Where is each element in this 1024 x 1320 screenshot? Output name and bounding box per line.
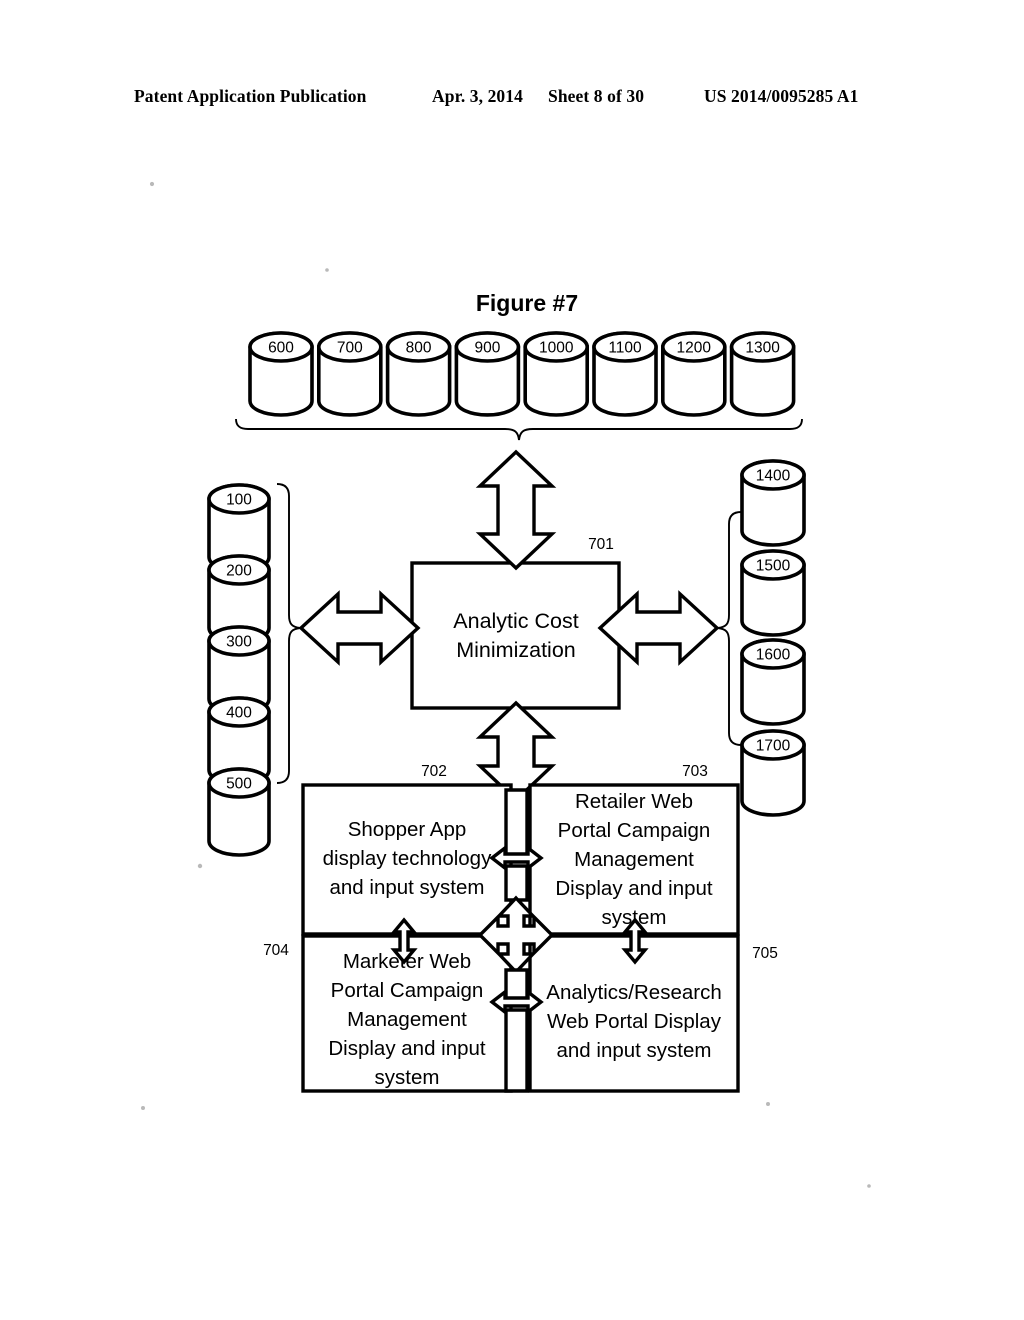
right-database-column: 1400 1500 1600 1700 <box>740 459 806 817</box>
analytic-cost-minimization-box <box>410 561 621 710</box>
top-db-1200-label: 1200 <box>677 340 712 357</box>
marketer-portal-text-line-2: Portal Campaign <box>331 979 484 1002</box>
marketer-portal-text-line-5: system <box>375 1066 440 1089</box>
figure-7-diagram: Figure #7 600 700 800 900 1000 1100 1200 1300 1… <box>141 181 871 1188</box>
right-db-1700-label: 1700 <box>756 738 791 755</box>
analytics-research-box-text: Analytics/Research Web Portal Display and … <box>546 981 721 1062</box>
ref-701: 701 <box>588 536 614 553</box>
arrow-left-horizontal <box>298 590 421 666</box>
ref-705: 705 <box>752 945 778 962</box>
center-box-line2: Minimization <box>456 638 575 662</box>
left-database-stack: 100 200 300 400 500 <box>207 483 271 857</box>
retailer-portal-text-line-4: Display and input <box>555 877 713 900</box>
top-database-row: 600 700 800 900 1000 1100 1200 1300 <box>248 331 796 417</box>
retailer-portal-text-line-2: Portal Campaign <box>558 819 711 842</box>
center-shaft-middle <box>504 864 529 902</box>
center-shaft-lower <box>504 968 529 1002</box>
left-db-100-label: 100 <box>226 492 252 509</box>
left-db-300-label: 300 <box>226 634 252 651</box>
shopper-app-text-line-3: and input system <box>330 876 485 899</box>
analytics-research-text-line-1: Analytics/Research <box>546 981 721 1004</box>
retailer-portal-text-line-1: Retailer Web <box>575 790 693 813</box>
center-shaft-bottom <box>504 1008 529 1093</box>
left-db-400-label: 400 <box>226 705 252 722</box>
analytics-research-text-line-3: and input system <box>557 1039 712 1062</box>
left-brace <box>276 483 301 784</box>
right-db-1500-label: 1500 <box>756 558 791 575</box>
scan-speck <box>766 1102 770 1106</box>
scan-speck <box>141 1106 145 1110</box>
top-db-600-label: 600 <box>268 340 294 357</box>
ref-702: 702 <box>421 763 447 780</box>
scan-speck <box>197 863 203 869</box>
top-db-700-label: 700 <box>337 340 363 357</box>
ref-703: 703 <box>682 763 708 780</box>
right-db-1400-label: 1400 <box>756 468 791 485</box>
marketer-portal-text-line-4: Display and input <box>328 1037 486 1060</box>
scan-speck <box>325 268 329 272</box>
analytics-research-text-line-2: Web Portal Display <box>547 1010 722 1033</box>
patent-page: Patent Application Publication Apr. 3, 2… <box>0 0 1024 1320</box>
left-db-500-label: 500 <box>226 776 252 793</box>
retailer-portal-text-line-3: Management <box>574 848 694 871</box>
top-db-1300-label: 1300 <box>745 340 780 357</box>
top-db-1000-label: 1000 <box>539 340 574 357</box>
center-box-line1: Analytic Cost <box>453 609 578 633</box>
ref-704: 704 <box>263 942 289 959</box>
right-brace <box>717 511 742 746</box>
left-db-200-label: 200 <box>226 563 252 580</box>
center-shaft-upper <box>504 788 529 858</box>
shopper-app-text-line-2: display technology <box>323 847 492 870</box>
top-db-1100-label: 1100 <box>608 340 642 357</box>
top-brace <box>235 418 803 441</box>
top-db-800-label: 800 <box>406 340 432 357</box>
scan-speck <box>867 1184 871 1188</box>
shopper-app-text-line-1: Shopper App <box>348 818 467 841</box>
marketer-portal-text-line-3: Management <box>347 1008 467 1031</box>
figure-title: Figure #7 <box>476 290 578 316</box>
arrow-top-vertical <box>475 449 557 571</box>
scan-speck <box>149 181 155 187</box>
right-db-1600-label: 1600 <box>756 647 791 664</box>
top-db-900-label: 900 <box>474 340 500 357</box>
